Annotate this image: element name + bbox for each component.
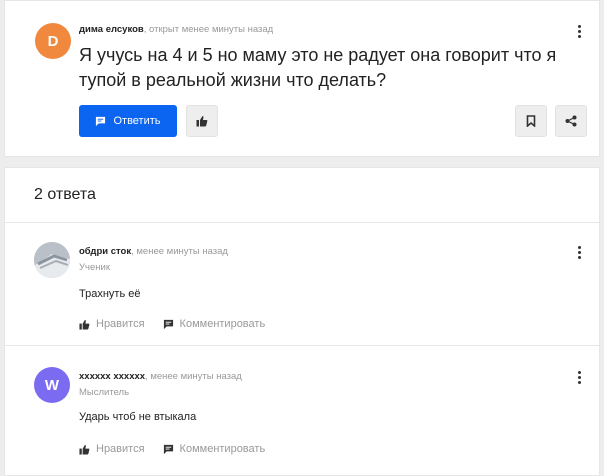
comment-icon <box>163 444 173 454</box>
answer-more-icon[interactable] <box>575 246 585 260</box>
answer-actions: Нравится Комментировать <box>79 443 265 455</box>
answer-like-button[interactable]: Нравится <box>79 318 145 330</box>
thumbs-up-icon <box>196 116 208 127</box>
answer-comment-button[interactable]: Комментировать <box>163 318 266 330</box>
share-icon <box>565 115 577 127</box>
like-button[interactable] <box>186 105 218 137</box>
answer-more-icon[interactable] <box>575 371 585 385</box>
answer-comment-label: Комментировать <box>179 443 266 455</box>
answer-author-rank: Ученик <box>79 262 110 273</box>
question-author-avatar[interactable]: D <box>35 23 71 59</box>
avatar-letter: W <box>44 376 60 394</box>
bookmark-button[interactable] <box>515 105 547 137</box>
question-card: D дима елсуков, открыт менее минуты наза… <box>4 0 600 157</box>
answer-item: обдри сток, менее минуты назад Ученик Тр… <box>5 224 599 346</box>
question-meta: дима елсуков, открыт менее минуты назад <box>79 24 273 35</box>
comment-icon <box>163 319 173 329</box>
answer-actions: Нравится Комментировать <box>79 318 265 330</box>
answers-card: 2 ответа обдри сток, менее минуты назад … <box>4 167 600 476</box>
question-title: Я учусь на 4 и 5 но маму это не радует о… <box>79 45 557 90</box>
thumbs-up-icon <box>79 444 90 455</box>
answer-text: Ударь чтоб не втыкала <box>79 411 197 423</box>
answer-comment-button[interactable]: Комментировать <box>163 443 266 455</box>
question-author-name[interactable]: дима елсуков <box>79 24 144 35</box>
answer-author-avatar[interactable]: W <box>34 367 70 403</box>
answer-comment-label: Комментировать <box>179 318 266 330</box>
comment-icon <box>96 116 106 126</box>
reply-button-label: Ответить <box>113 115 161 127</box>
avatar-photo <box>34 242 70 278</box>
answer-text: Трахнуть её <box>79 288 141 300</box>
share-button[interactable] <box>555 105 587 137</box>
answers-header: 2 ответа <box>5 168 599 223</box>
answer-like-button[interactable]: Нравится <box>79 443 145 455</box>
answer-meta: хххххх хххххх, менее минуты назад <box>79 371 242 382</box>
question-time: , открыт менее минуты назад <box>143 24 274 35</box>
answer-time: , менее минуты назад <box>145 371 242 382</box>
bookmark-icon <box>526 115 536 127</box>
reply-button[interactable]: Ответить <box>79 105 177 137</box>
thumbs-up-icon <box>79 319 90 330</box>
answer-author-name[interactable]: хххххх хххххх <box>79 371 145 382</box>
answer-author-rank: Мыслитель <box>79 387 130 398</box>
answer-author-avatar[interactable] <box>34 242 70 278</box>
answers-count: 2 ответа <box>34 186 96 203</box>
answer-like-label: Нравится <box>96 318 145 330</box>
answer-time: , менее минуты назад <box>131 246 228 257</box>
question-more-icon[interactable] <box>575 25 585 39</box>
avatar-letter: D <box>47 32 59 50</box>
answer-meta: обдри сток, менее минуты назад <box>79 246 228 257</box>
answer-item: W хххххх хххххх, менее минуты назад Мысл… <box>5 347 599 476</box>
answer-author-name[interactable]: обдри сток <box>79 246 131 257</box>
answer-like-label: Нравится <box>96 443 145 455</box>
